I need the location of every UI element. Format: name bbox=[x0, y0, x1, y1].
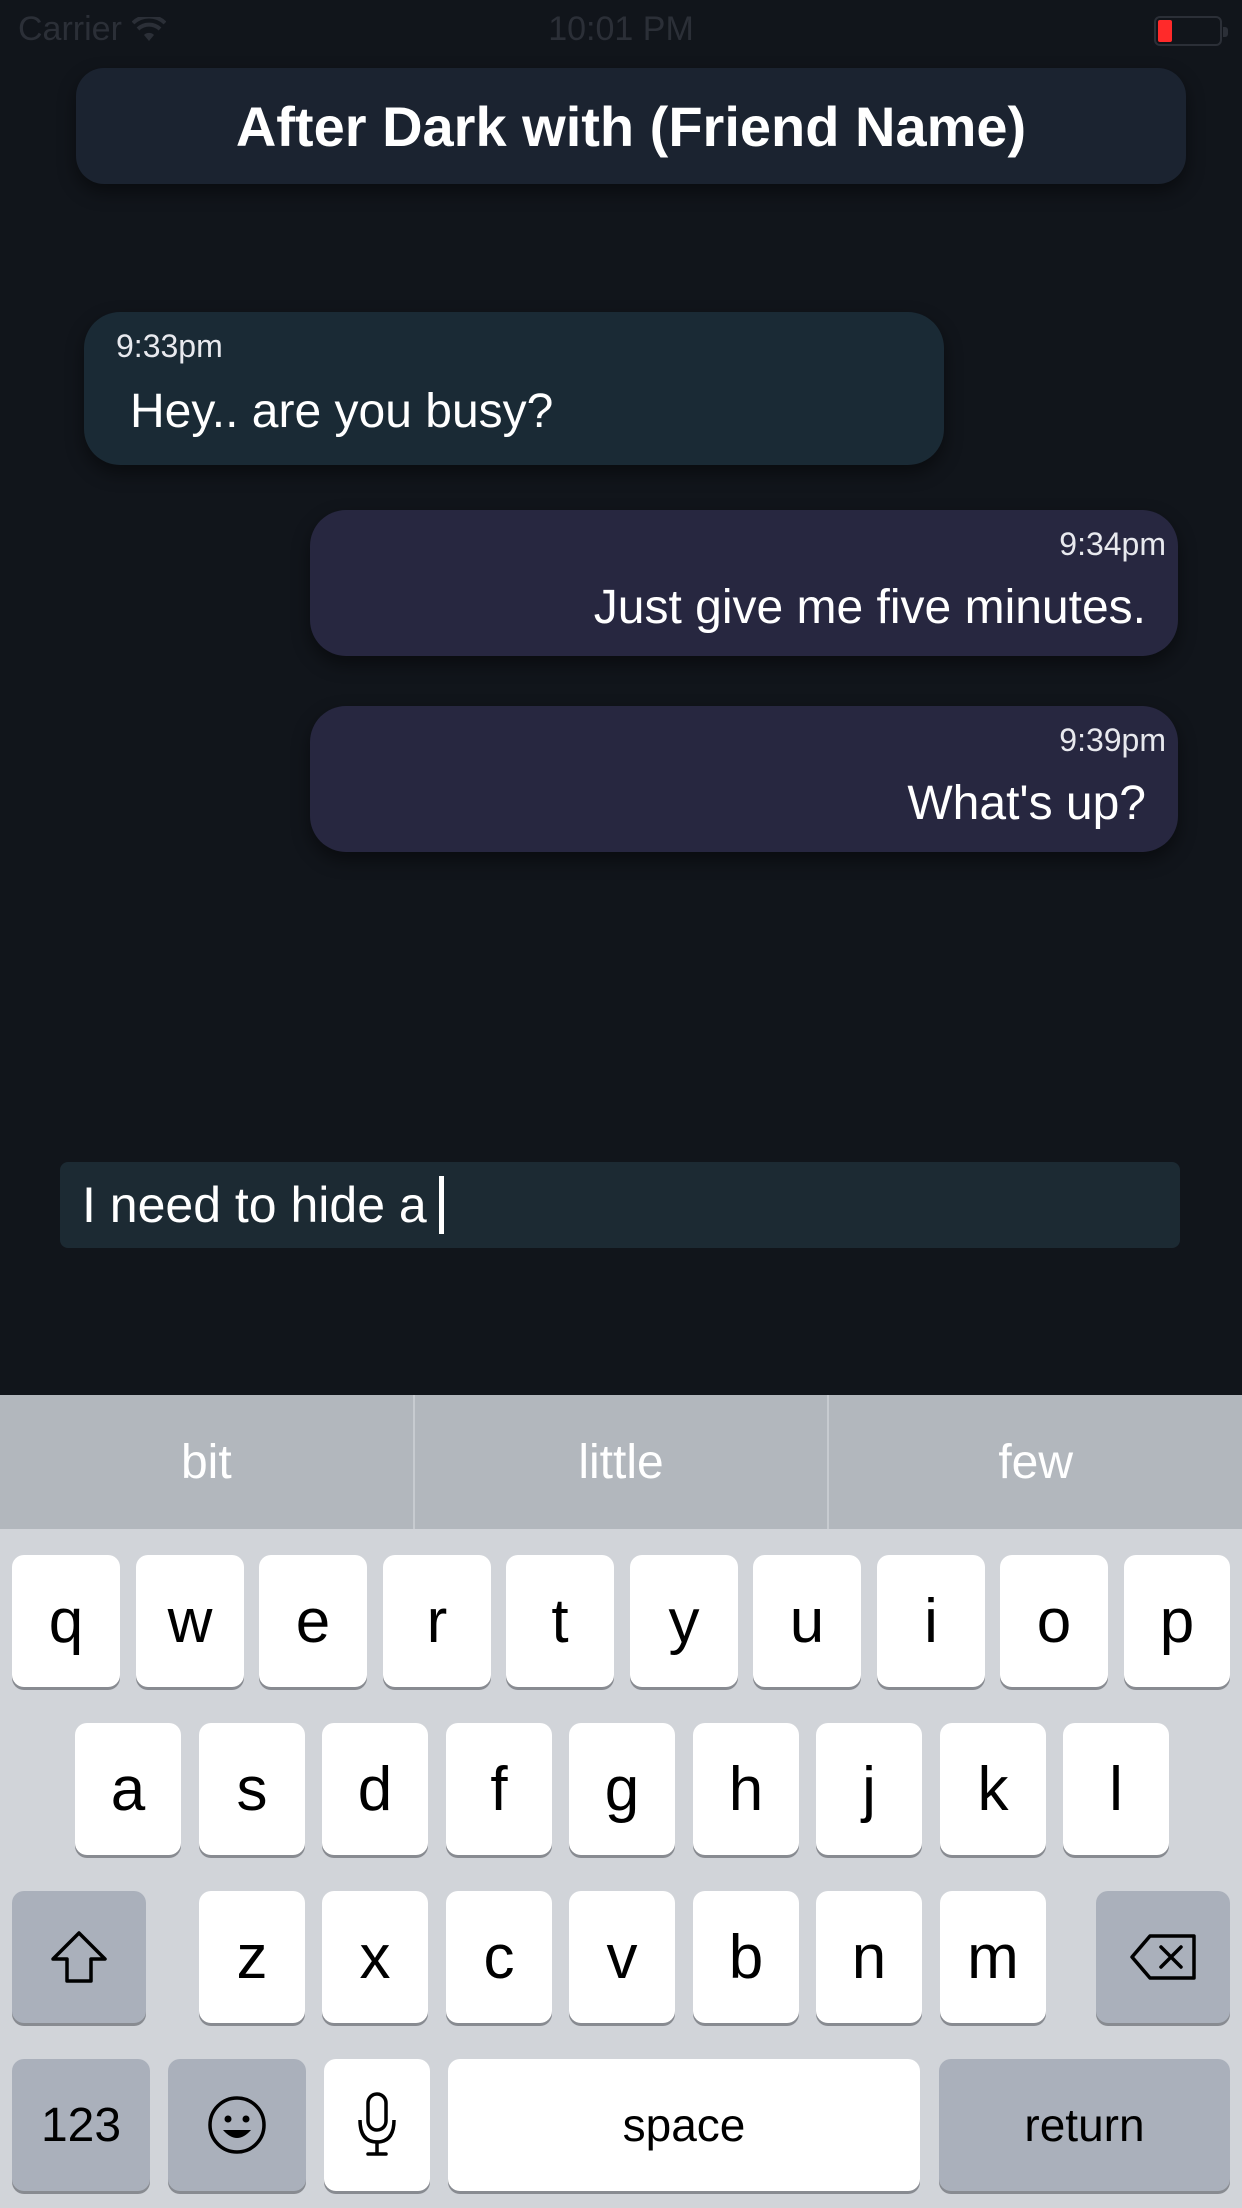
status-bar: Carrier 10:01 PM bbox=[0, 0, 1242, 60]
emoji-key[interactable] bbox=[168, 2059, 306, 2191]
key-w[interactable]: w bbox=[136, 1555, 244, 1687]
message-input[interactable]: I need to hide a bbox=[60, 1162, 1180, 1248]
key-d[interactable]: d bbox=[322, 1723, 428, 1855]
key-j[interactable]: j bbox=[816, 1723, 922, 1855]
key-z[interactable]: z bbox=[199, 1891, 305, 2023]
suggestion-item[interactable]: few bbox=[829, 1395, 1242, 1529]
message-outgoing[interactable]: 9:39pm What's up? bbox=[310, 706, 1178, 852]
message-incoming[interactable]: 9:33pm Hey.. are you busy? bbox=[84, 312, 944, 465]
key-n[interactable]: n bbox=[816, 1891, 922, 2023]
message-text: Just give me five minutes. bbox=[593, 581, 1146, 634]
key-o[interactable]: o bbox=[1000, 1555, 1108, 1687]
shift-key[interactable] bbox=[12, 1891, 146, 2023]
return-key[interactable]: return bbox=[939, 2059, 1230, 2191]
message-text: What's up? bbox=[907, 777, 1146, 830]
key-x[interactable]: x bbox=[322, 1891, 428, 2023]
key-g[interactable]: g bbox=[569, 1723, 675, 1855]
key-s[interactable]: s bbox=[199, 1723, 305, 1855]
key-r[interactable]: r bbox=[383, 1555, 491, 1687]
battery-level bbox=[1158, 20, 1172, 42]
delete-key[interactable] bbox=[1096, 1891, 1230, 2023]
message-timestamp: 9:34pm bbox=[1059, 526, 1166, 562]
numbers-key[interactable]: 123 bbox=[12, 2059, 150, 2191]
backspace-icon bbox=[1130, 1934, 1196, 1980]
app-root: Carrier 10:01 PM After Dark with (Friend… bbox=[0, 0, 1242, 2208]
key-t[interactable]: t bbox=[506, 1555, 614, 1687]
key-i[interactable]: i bbox=[877, 1555, 985, 1687]
key-v[interactable]: v bbox=[569, 1891, 675, 2023]
key-l[interactable]: l bbox=[1063, 1723, 1169, 1855]
emoji-icon bbox=[208, 2096, 266, 2154]
keyboard: bit little few q w e r t y u i o p a s d… bbox=[0, 1395, 1242, 2208]
key-c[interactable]: c bbox=[446, 1891, 552, 2023]
dictation-key[interactable] bbox=[324, 2059, 430, 2191]
key-a[interactable]: a bbox=[75, 1723, 181, 1855]
chat-title: After Dark with (Friend Name) bbox=[76, 68, 1186, 184]
battery-icon bbox=[1154, 16, 1228, 46]
key-h[interactable]: h bbox=[693, 1723, 799, 1855]
key-k[interactable]: k bbox=[940, 1723, 1046, 1855]
text-cursor bbox=[438, 1176, 444, 1234]
message-text: Hey.. are you busy? bbox=[130, 385, 554, 438]
message-timestamp: 9:33pm bbox=[116, 328, 223, 364]
microphone-icon bbox=[358, 2092, 396, 2156]
message-outgoing[interactable]: 9:34pm Just give me five minutes. bbox=[310, 510, 1178, 656]
key-b[interactable]: b bbox=[693, 1891, 799, 2023]
suggestion-item[interactable]: little bbox=[415, 1395, 830, 1529]
key-e[interactable]: e bbox=[259, 1555, 367, 1687]
key-u[interactable]: u bbox=[753, 1555, 861, 1687]
message-input-value: I need to hide a bbox=[82, 1177, 427, 1233]
battery-terminal bbox=[1223, 27, 1228, 37]
predictive-bar: bit little few bbox=[0, 1395, 1242, 1529]
key-q[interactable]: q bbox=[12, 1555, 120, 1687]
key-m[interactable]: m bbox=[940, 1891, 1046, 2023]
space-key[interactable]: space bbox=[448, 2059, 920, 2191]
message-timestamp: 9:39pm bbox=[1059, 722, 1166, 758]
key-p[interactable]: p bbox=[1124, 1555, 1230, 1687]
key-y[interactable]: y bbox=[630, 1555, 738, 1687]
shift-arrow-icon bbox=[51, 1931, 107, 1983]
status-time: 10:01 PM bbox=[548, 10, 694, 48]
suggestion-item[interactable]: bit bbox=[0, 1395, 415, 1529]
key-f[interactable]: f bbox=[446, 1723, 552, 1855]
